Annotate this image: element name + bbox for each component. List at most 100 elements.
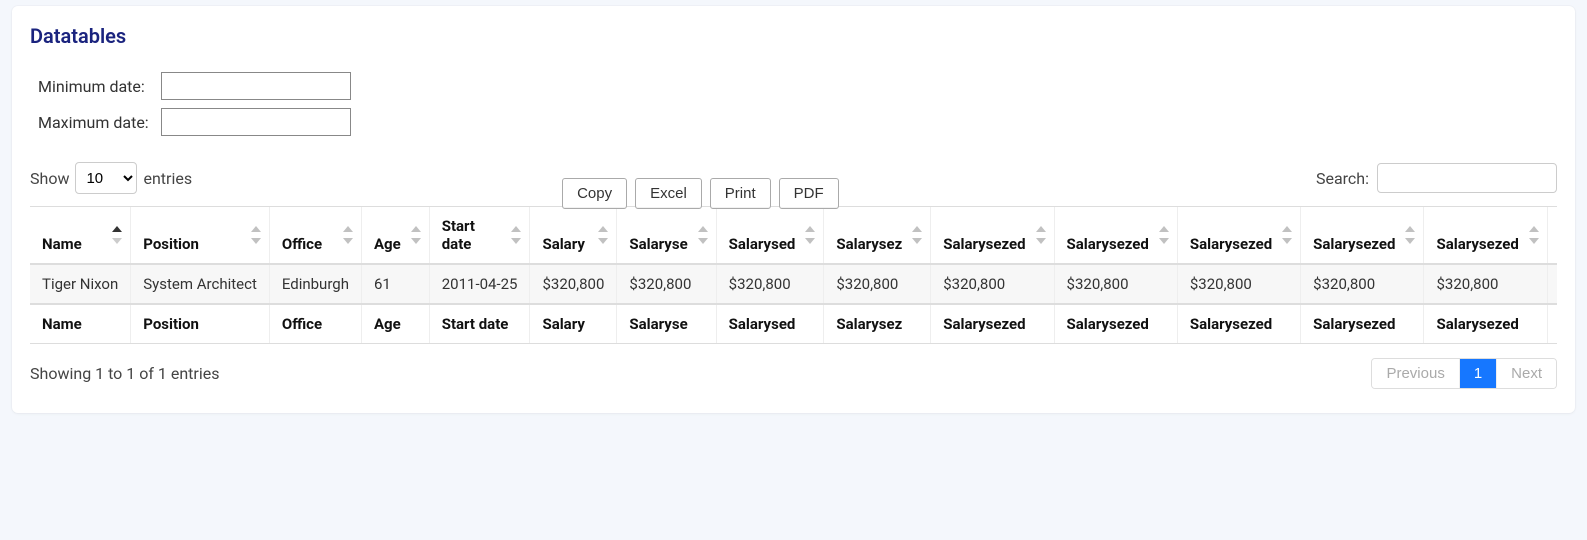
col-footer: Office [269, 304, 361, 344]
date-filter-block: Minimum date: Maximum date: [30, 66, 359, 142]
sort-icon [1282, 226, 1292, 244]
col-footer: Position [131, 304, 270, 344]
col-header[interactable]: Salaryse [617, 207, 716, 264]
col-header[interactable]: Office [269, 207, 361, 264]
table-cell: $320,800 [617, 264, 716, 304]
table-footer-row: NamePositionOfficeAgeStart dateSalarySal… [30, 304, 1557, 344]
length-select[interactable]: 102550100 [75, 162, 137, 194]
sort-icon [1529, 226, 1539, 244]
table-cell: $320,800 [931, 264, 1054, 304]
col-header[interactable]: Salarysezed [931, 207, 1054, 264]
table-cell: 61 [361, 264, 429, 304]
col-header-label: Salarysezed [1067, 235, 1149, 253]
sort-icon [343, 226, 353, 244]
col-header[interactable]: Salarysed [716, 207, 824, 264]
col-footer: Salarysez [824, 304, 931, 344]
col-header[interactable]: Salarysezed [1547, 207, 1557, 264]
pagination-previous: Previous [1372, 359, 1459, 388]
col-header[interactable]: Name [30, 207, 131, 264]
col-header-label: Name [42, 235, 82, 253]
print-button[interactable]: Print [710, 178, 771, 209]
card-title: Datatables [30, 24, 1557, 48]
table-body: Tiger NixonSystem ArchitectEdinburgh6120… [30, 264, 1557, 304]
sort-icon [1036, 226, 1046, 244]
col-header[interactable]: Salarysezed [1054, 207, 1177, 264]
col-footer: Salarysezed [931, 304, 1054, 344]
table-cell: $320,800 [1547, 264, 1557, 304]
col-header[interactable]: Salarysezed [1177, 207, 1300, 264]
col-header[interactable]: Age [361, 207, 429, 264]
search-label: Search: [1316, 169, 1369, 188]
min-date-input[interactable] [161, 72, 351, 100]
length-suffix: entries [143, 169, 192, 188]
search-input[interactable] [1377, 163, 1557, 193]
col-footer: Start date [429, 304, 530, 344]
sort-icon [1159, 226, 1169, 244]
col-footer: Age [361, 304, 429, 344]
col-footer: Salary [530, 304, 617, 344]
sort-icon [251, 226, 261, 244]
export-buttons: Copy Excel Print PDF [562, 178, 839, 209]
col-header-label: Age [374, 235, 401, 253]
table-cell: System Architect [131, 264, 270, 304]
sort-icon [805, 226, 815, 244]
col-header[interactable]: Start date [429, 207, 530, 264]
table-cell: $320,800 [824, 264, 931, 304]
col-header-label: Salarysez [836, 235, 902, 253]
table-controls: Show 102550100 entries Copy Excel Print … [30, 162, 1557, 194]
col-footer: Salaryse [617, 304, 716, 344]
max-date-label: Maximum date: [34, 106, 153, 138]
pdf-button[interactable]: PDF [779, 178, 839, 209]
pagination-page[interactable]: 1 [1460, 359, 1497, 388]
col-header-label: Salarysezed [1313, 235, 1395, 253]
table-cell: $320,800 [1301, 264, 1424, 304]
table-cell: Edinburgh [269, 264, 361, 304]
sort-icon [1405, 226, 1415, 244]
col-footer: Salarysed [716, 304, 824, 344]
length-prefix: Show [30, 169, 69, 188]
table-cell: 2011-04-25 [429, 264, 530, 304]
table-cell: $320,800 [1177, 264, 1300, 304]
table-cell: $320,800 [716, 264, 824, 304]
length-control: Show 102550100 entries [30, 162, 192, 194]
col-footer: Name [30, 304, 131, 344]
sort-icon [112, 226, 122, 244]
copy-button[interactable]: Copy [562, 178, 627, 209]
min-date-label: Minimum date: [34, 70, 153, 102]
col-footer: Salarysezed [1054, 304, 1177, 344]
max-date-input[interactable] [161, 108, 351, 136]
col-header-label: Office [282, 235, 322, 253]
table-footer: Showing 1 to 1 of 1 entries Previous1Nex… [30, 358, 1557, 389]
table-cell: Tiger Nixon [30, 264, 131, 304]
col-header-label: Salaryse [629, 235, 687, 253]
col-footer: Salarysezed [1547, 304, 1557, 344]
pagination-next: Next [1497, 359, 1556, 388]
col-header-label: Salarysezed [943, 235, 1025, 253]
table-scroll[interactable]: NamePositionOfficeAgeStart dateSalarySal… [30, 206, 1557, 344]
col-header[interactable]: Salarysez [824, 207, 931, 264]
col-footer: Salarysezed [1424, 304, 1547, 344]
table-cell: $320,800 [1424, 264, 1547, 304]
col-header[interactable]: Salary [530, 207, 617, 264]
col-header-label: Salarysezed [1190, 235, 1272, 253]
table-row: Tiger NixonSystem ArchitectEdinburgh6120… [30, 264, 1557, 304]
col-header-label: Position [143, 235, 199, 253]
datatable-card: Datatables Minimum date: Maximum date: S… [12, 6, 1575, 413]
search-control: Search: [1316, 163, 1557, 193]
table-header-row: Name Position Office Age Start date Salary Sal… [30, 207, 1557, 264]
col-footer: Salarysezed [1301, 304, 1424, 344]
col-header-label: Salary [542, 235, 584, 253]
excel-button[interactable]: Excel [635, 178, 702, 209]
sort-icon [598, 226, 608, 244]
col-header-label: Start date [442, 217, 475, 253]
col-header[interactable]: Position [131, 207, 270, 264]
col-header[interactable]: Salarysezed [1424, 207, 1547, 264]
sort-icon [698, 226, 708, 244]
table-cell: $320,800 [1054, 264, 1177, 304]
col-header[interactable]: Salarysezed [1301, 207, 1424, 264]
col-footer: Salarysezed [1177, 304, 1300, 344]
col-header-label: Salarysezed [1436, 235, 1518, 253]
table-cell: $320,800 [530, 264, 617, 304]
table-info: Showing 1 to 1 of 1 entries [30, 364, 219, 383]
sort-icon [411, 226, 421, 244]
